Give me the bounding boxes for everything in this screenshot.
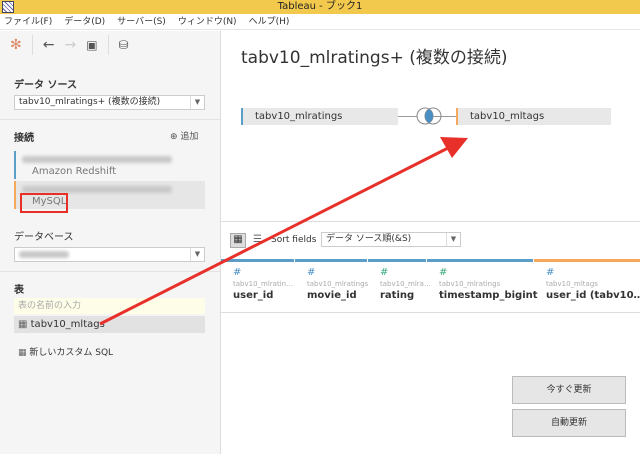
chevron-down-icon: ▼	[190, 248, 204, 261]
column-name: rating	[380, 290, 415, 301]
menu-help[interactable]: ヘルプ(H)	[249, 14, 290, 29]
title-bar: Tableau - ブック1	[0, 0, 640, 14]
app-icon	[2, 1, 14, 13]
divider	[107, 35, 109, 55]
connection-type: Amazon Redshift	[32, 166, 117, 177]
menu-file[interactable]: ファイル(F)	[4, 14, 52, 29]
page-title: tabv10_mlratings+ (複数の接続)	[241, 48, 508, 68]
table-search-input[interactable]: 表の名前の入力	[14, 298, 205, 314]
custom-sql-item[interactable]: ▦ 新しいカスタム SQL	[18, 345, 113, 358]
divider	[0, 119, 220, 120]
blurred-server-name	[22, 156, 172, 163]
column-header[interactable]: # tabv10_mlra…rating	[368, 259, 431, 311]
forward-icon[interactable]: →	[64, 37, 76, 53]
column-name: user_id (tabv10…	[546, 290, 640, 301]
save-icon[interactable]: ▣	[86, 38, 97, 52]
window-title: Tableau - ブック1	[277, 1, 363, 12]
grid-view-icon[interactable]: ▦	[230, 233, 246, 248]
blurred-server-name	[22, 186, 172, 193]
chevron-down-icon: ▼	[446, 233, 460, 246]
column-header[interactable]: # tabv10_mlratings timestamp_bigint	[427, 259, 538, 311]
menu-data[interactable]: データ(D)	[64, 14, 105, 29]
divider	[221, 221, 640, 222]
add-label: 追加	[180, 132, 199, 142]
table-label: 表	[14, 285, 24, 296]
column-header[interactable]: # tabv10_mlratings movie_id	[295, 259, 369, 311]
column-header[interactable]: # tabv10_mlratin… user_id	[221, 259, 294, 311]
menu-server[interactable]: サーバー(S)	[117, 14, 166, 29]
divider	[0, 271, 220, 272]
custom-sql-label: 新しいカスタム SQL	[29, 348, 114, 358]
column-source: tabv10_mlratin…	[233, 280, 294, 288]
blurred-database-name	[19, 251, 69, 258]
number-type-icon: #	[233, 267, 242, 278]
number-type-icon: #	[439, 267, 448, 278]
menu-bar: ファイル(F) データ(D) サーバー(S) ウィンドウ(N) ヘルプ(H)	[0, 14, 640, 30]
chevron-down-icon: ▼	[190, 96, 204, 109]
column-source: tabv10_mlra…	[380, 280, 431, 288]
column-name: timestamp_bigint	[439, 290, 538, 301]
datasource-select[interactable]: tabv10_mlratings+ (複数の接続) ▼	[14, 95, 205, 110]
left-table-tile[interactable]: tabv10_mlratings	[241, 108, 398, 125]
back-icon[interactable]: ←	[43, 37, 55, 53]
custom-sql-icon: ▦	[18, 348, 27, 358]
sort-fields-select[interactable]: データ ソース順(&S) ▼	[321, 232, 461, 247]
number-type-icon: #	[307, 267, 316, 278]
column-header[interactable]: # tabv10_mltags user_id (tabv10…	[534, 259, 640, 311]
right-table-tile[interactable]: tabv10_mltags	[456, 108, 611, 125]
toolbar: ✻ ← → ▣ ⛁	[0, 31, 220, 59]
sidebar: ✻ ← → ▣ ⛁ データ ソース tabv10_mlratings+ (複数の…	[0, 31, 221, 454]
sort-fields-label: Sort fields	[271, 235, 317, 245]
right-table-name: tabv10_mltags	[470, 111, 545, 122]
table-item[interactable]: ▦ tabv10_mltags	[14, 316, 205, 333]
list-view-icon[interactable]: ☰	[253, 234, 262, 245]
datasource-value: tabv10_mlratings+ (複数の接続)	[19, 97, 161, 107]
database-label: データベース	[14, 232, 74, 243]
column-source: tabv10_mltags	[546, 280, 598, 288]
tableau-logo-icon[interactable]: ✻	[10, 37, 22, 53]
datasource-label: データ ソース	[14, 80, 77, 91]
column-source: tabv10_mlratings	[439, 280, 501, 288]
main-area: tabv10_mlratings+ (複数の接続) tabv10_mlratin…	[221, 31, 640, 454]
column-source: tabv10_mlratings	[307, 280, 369, 288]
column-name: movie_id	[307, 290, 357, 301]
number-type-icon: #	[546, 267, 555, 278]
divider	[31, 35, 33, 55]
new-datasource-icon[interactable]: ⛁	[119, 38, 129, 52]
number-type-icon: #	[380, 267, 389, 278]
join-icon[interactable]	[414, 106, 444, 126]
auto-update-button[interactable]: 自動更新	[512, 409, 626, 437]
update-now-button[interactable]: 今すぐ更新	[512, 376, 626, 404]
sort-value: データ ソース順(&S)	[326, 234, 412, 244]
column-name: user_id	[233, 290, 274, 301]
divider	[221, 312, 640, 313]
menu-window[interactable]: ウィンドウ(N)	[178, 14, 237, 29]
add-connection-button[interactable]: ⊕ 追加	[170, 129, 198, 142]
database-select[interactable]: ▼	[14, 247, 205, 262]
left-table-name: tabv10_mlratings	[255, 111, 343, 122]
connection-redshift[interactable]: Amazon Redshift	[14, 151, 205, 179]
table-icon: ▦	[18, 319, 28, 330]
connections-label: 接続	[14, 133, 34, 144]
highlight-box	[20, 193, 68, 213]
table-name: tabv10_mltags	[30, 319, 105, 330]
